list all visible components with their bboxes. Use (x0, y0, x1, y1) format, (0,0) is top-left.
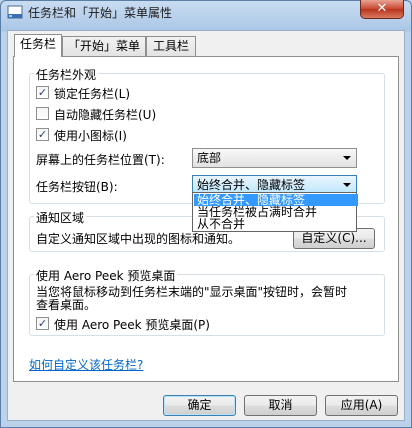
window-title: 任务栏和「开始」菜单属性 (28, 6, 173, 20)
chevron-down-icon (343, 156, 351, 160)
aero-peek-description-line-2: 查看桌面。 (36, 298, 97, 312)
taskbar-properties-icon (7, 5, 23, 19)
taskbar-location-value: 底部 (197, 151, 222, 165)
appearance-legend: 任务栏外观 (34, 66, 99, 83)
ok-button[interactable]: 确定 (163, 395, 236, 416)
notification-legend: 通知区域 (34, 209, 87, 226)
small-icons-checkbox[interactable]: ✓ (36, 128, 49, 141)
dropdown-option-combine-when-full[interactable]: 当任务栏被占满时合并 (194, 206, 358, 218)
auto-hide-label: 自动隐藏任务栏(U) (54, 108, 157, 122)
dropdown-option-always-combine[interactable]: 始终合并、隐藏标签 (194, 194, 358, 206)
tab-taskbar[interactable]: 任务栏 (14, 34, 62, 57)
aero-peek-checkbox-label: 使用 Aero Peek 预览桌面(P) (54, 318, 210, 332)
taskbar-location-select[interactable]: 底部 (192, 148, 357, 168)
cancel-button[interactable]: 取消 (244, 395, 317, 416)
tab-toolbars[interactable]: 工具栏 (146, 36, 196, 56)
chevron-down-icon (343, 183, 351, 187)
aero-peek-legend: 使用 Aero Peek 预览桌面 (34, 267, 178, 284)
small-icons-label: 使用小图标(I) (54, 129, 127, 143)
aero-peek-checkbox[interactable]: ✓ (36, 317, 49, 330)
auto-hide-checkbox[interactable] (36, 107, 49, 120)
lock-taskbar-checkbox[interactable]: ✓ (36, 86, 49, 99)
dropdown-option-never-combine[interactable]: 从不合并 (194, 218, 358, 230)
tab-start-menu[interactable]: 「开始」菜单 (62, 36, 146, 56)
taskbar-buttons-dropdown-list: 始终合并、隐藏标签 当任务栏被占满时合并 从不合并 (192, 192, 358, 232)
help-link[interactable]: 如何自定义该任务栏? (29, 356, 143, 373)
notification-description: 自定义通知区域中出现的图标和通知。 (36, 232, 241, 246)
taskbar-buttons-label: 任务栏按钮(B): (36, 180, 118, 194)
taskbar-location-label: 屏幕上的任务栏位置(T): (36, 153, 165, 167)
close-button[interactable]: ✕ (360, 0, 404, 19)
taskbar-buttons-value: 始终合并、隐藏标签 (197, 178, 306, 192)
apply-button[interactable]: 应用(A) (325, 395, 398, 416)
lock-taskbar-label: 锁定任务栏(L) (54, 87, 131, 101)
